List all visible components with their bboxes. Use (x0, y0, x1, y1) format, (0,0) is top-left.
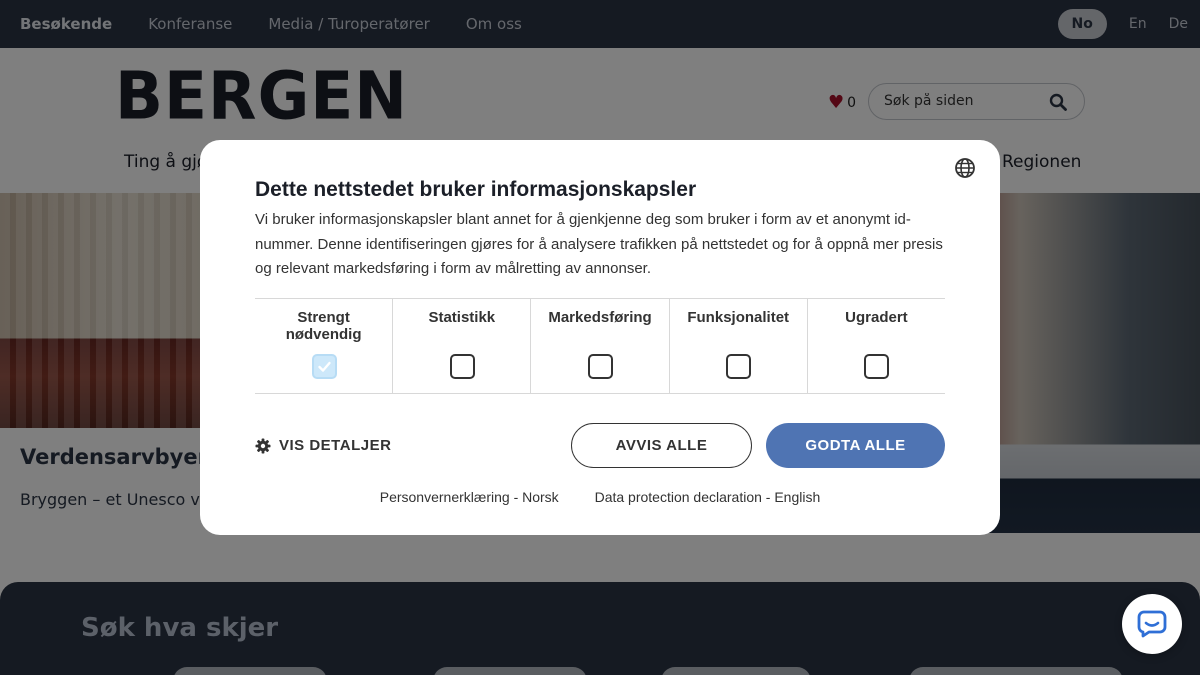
chat-icon (1137, 610, 1167, 638)
chat-button[interactable] (1122, 594, 1182, 654)
language-globe-icon[interactable] (954, 157, 976, 179)
gear-icon (255, 438, 271, 453)
checkbox-unclassified[interactable] (864, 354, 890, 379)
policy-links: Personvernerklæring - Norsk Data protect… (200, 489, 1000, 505)
reject-all-button[interactable]: AVVIS ALLE (571, 423, 752, 468)
category-unclassified: Ugradert (806, 299, 945, 393)
accept-all-button[interactable]: GODTA ALLE (766, 423, 945, 468)
category-strictly-necessary: Strengt nødvendig (255, 299, 392, 393)
category-label: Ugradert (845, 309, 908, 326)
checkmark-icon (317, 361, 331, 372)
dialog-body: Vi bruker informasjonskapsler blant anne… (255, 211, 943, 277)
show-details-button[interactable]: VIS DETALJER (255, 437, 391, 454)
cookie-categories: Strengt nødvendig Statistikk Markedsføri… (255, 298, 945, 394)
category-functionality: Funksjonalitet (668, 299, 807, 393)
category-marketing: Markedsføring (530, 299, 668, 393)
checkbox-functionality[interactable] (726, 354, 752, 379)
checkbox-statistics[interactable] (449, 354, 475, 379)
checkbox-strictly-necessary (311, 354, 337, 379)
dialog-title: Dette nettstedet bruker informasjonskaps… (255, 178, 697, 201)
category-label: Funksjonalitet (687, 309, 790, 326)
privacy-link-norwegian[interactable]: Personvernerklæring - Norsk (380, 489, 559, 505)
category-label: Statistikk (428, 309, 496, 326)
checkbox-marketing[interactable] (588, 354, 613, 379)
cookie-consent-dialog: Dette nettstedet bruker informasjonskaps… (200, 140, 1000, 535)
show-details-label: VIS DETALJER (279, 437, 392, 454)
category-label: Markedsføring (548, 309, 652, 326)
privacy-link-english[interactable]: Data protection declaration - English (595, 489, 821, 505)
category-statistics: Statistikk (392, 299, 530, 393)
category-label: Strengt nødvendig (285, 309, 362, 343)
